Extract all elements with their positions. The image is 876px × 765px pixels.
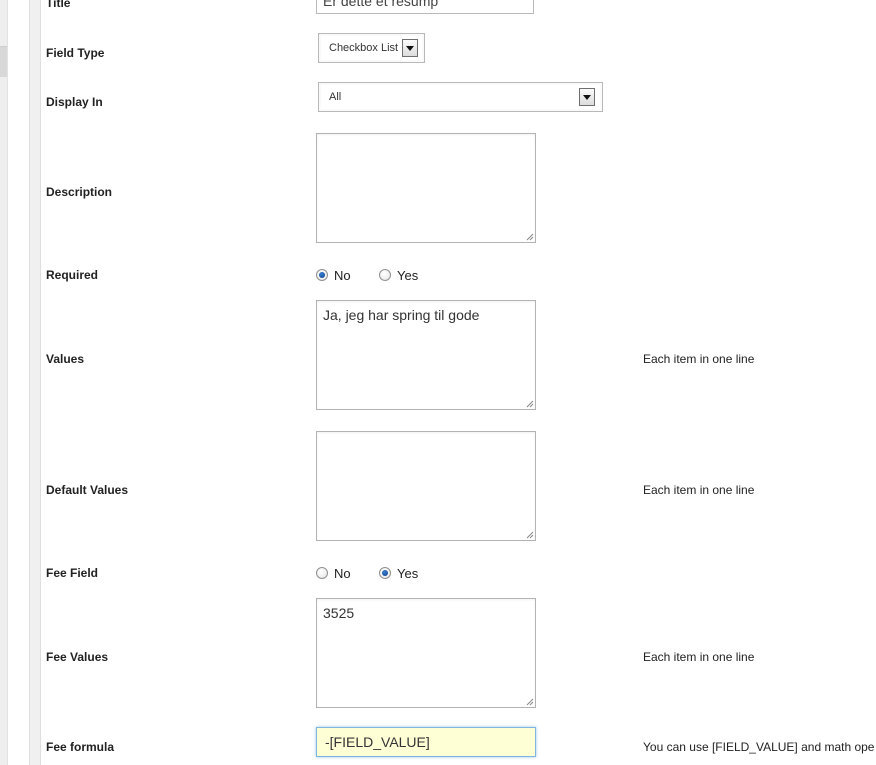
title-label: Title	[46, 0, 71, 10]
required-no-radio[interactable]	[316, 269, 328, 281]
left-scroll-strip	[0, 0, 8, 765]
fee-values-note: Each item in one line	[643, 650, 755, 664]
fee-formula-label: Fee formula	[46, 740, 115, 754]
default-values-label: Default Values	[46, 483, 129, 497]
resize-grip-icon[interactable]	[525, 232, 534, 241]
description-label: Description	[46, 185, 113, 199]
description-textarea[interactable]	[316, 133, 536, 243]
field-type-select[interactable]: Checkbox List	[318, 33, 425, 63]
field-type-value: Checkbox List	[329, 42, 399, 54]
display-in-select[interactable]: All	[318, 82, 603, 112]
chevron-down-icon[interactable]	[579, 88, 595, 106]
fee-field-yes-label: Yes	[397, 566, 419, 581]
display-in-label: Display In	[46, 95, 103, 109]
fee-values-label: Fee Values	[46, 650, 109, 664]
values-label: Values	[46, 352, 85, 366]
fee-field-yes-radio[interactable]	[379, 567, 391, 579]
values-value: Ja, jeg har spring til gode	[323, 307, 480, 323]
fee-field-no-radio[interactable]	[316, 567, 328, 579]
fee-field-no-label: No	[334, 566, 351, 581]
required-label: Required	[46, 268, 99, 282]
resize-grip-icon[interactable]	[525, 530, 534, 539]
required-no-label: No	[334, 268, 351, 283]
content-gutter	[29, 0, 41, 765]
required-yes-radio[interactable]	[379, 269, 391, 281]
fee-formula-input[interactable]: -[FIELD_VALUE]	[316, 727, 536, 757]
fee-values-value: 3525	[323, 605, 355, 621]
field-type-label: Field Type	[46, 46, 105, 60]
default-values-note: Each item in one line	[643, 483, 755, 497]
required-yes-label: Yes	[397, 268, 419, 283]
values-textarea[interactable]: Ja, jeg har spring til gode	[316, 300, 536, 410]
fee-field-label: Fee Field	[46, 566, 99, 580]
display-in-value: All	[329, 91, 342, 103]
left-strip-handle[interactable]	[0, 46, 7, 77]
fee-formula-note: You can use [FIELD_VALUE] and math ope	[643, 740, 875, 754]
fee-values-textarea[interactable]: 3525	[316, 598, 536, 708]
resize-grip-icon[interactable]	[525, 399, 534, 408]
resize-grip-icon[interactable]	[525, 697, 534, 706]
values-note: Each item in one line	[643, 352, 755, 366]
chevron-down-icon[interactable]	[402, 39, 418, 57]
title-input[interactable]: Er dette et resump	[316, 0, 534, 14]
default-values-textarea[interactable]	[316, 431, 536, 541]
